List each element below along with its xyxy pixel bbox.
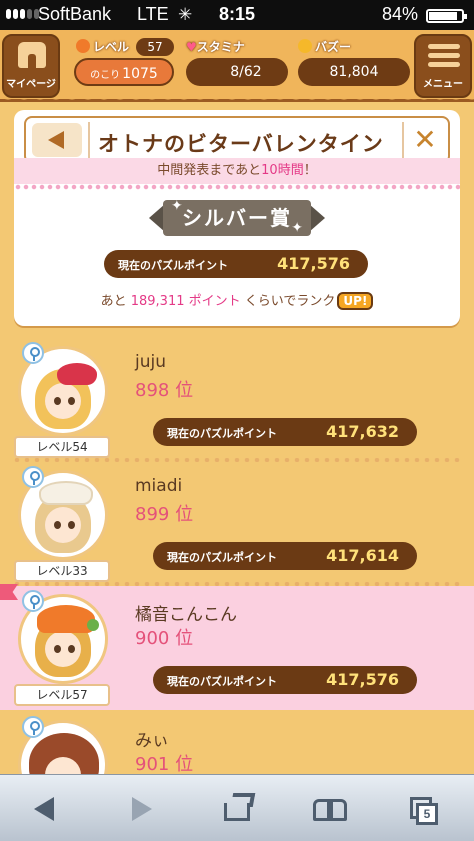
user-points: 417,576: [326, 670, 399, 689]
house-icon: [18, 42, 46, 68]
battery-percent: 84%: [381, 4, 418, 24]
my-points-bar: 現在のパズルポイント 417,576: [104, 250, 368, 278]
user-name: miadi: [135, 476, 183, 496]
user-points: 417,632: [326, 422, 399, 441]
buzz-value: 81,804: [298, 58, 410, 86]
menu-label: メニュー: [423, 79, 463, 90]
back-icon[interactable]: [26, 791, 66, 827]
share-icon[interactable]: [218, 791, 258, 827]
sparkle-icon: ✦: [171, 198, 183, 214]
game-header: マイページ レベル 57 のこり 1075 ♥スタミナ 8/62 バズー 81,8…: [0, 30, 474, 110]
mypage-label: マイページ: [6, 79, 56, 90]
level-label: レベル: [76, 38, 129, 55]
close-button[interactable]: ✕: [410, 124, 440, 156]
rank-award-title: シルバー賞: [163, 200, 311, 236]
remaining-exp: のこり 1075: [74, 58, 174, 86]
level-value: 57: [136, 38, 174, 56]
forward-icon[interactable]: [122, 791, 162, 827]
heart-icon: ♥: [186, 40, 197, 54]
mypage-button[interactable]: マイページ: [2, 34, 60, 98]
key-icon: [22, 590, 44, 612]
user-rank: 901 位: [135, 754, 194, 775]
rank-award-banner: シルバー賞 ✦ ✦: [149, 196, 325, 240]
stamina-value: 8/62: [186, 58, 288, 86]
points-value: 417,576: [277, 254, 350, 273]
ranking-row[interactable]: レベル33 miadi 899 位 現在のパズルポイント 417,614: [0, 462, 474, 586]
tab-count: 5: [416, 803, 438, 825]
user-rank: 898 位: [135, 380, 194, 401]
up-badge: UP!: [337, 292, 374, 310]
user-name: みぃ: [135, 731, 169, 751]
user-level: レベル57: [14, 684, 110, 706]
user-rank: 900 位: [135, 628, 194, 649]
user-points-bar: 現在のパズルポイント 417,576: [153, 666, 417, 694]
user-points-bar: 現在のパズルポイント 417,614: [153, 542, 417, 570]
bookmarks-icon[interactable]: [310, 791, 350, 827]
buzz-label: バズー: [298, 38, 351, 55]
rankup-message: あと 189,311 ポイント くらいでランク UP!: [14, 290, 460, 310]
key-icon: [22, 342, 44, 364]
menu-icon: [428, 44, 460, 71]
ranking-row-me[interactable]: レベル57 橘音こんこん 900 位 現在のパズルポイント 417,576: [0, 586, 474, 710]
user-points: 417,614: [326, 546, 399, 565]
interim-notice: 中間発表まであと10時間！: [14, 158, 460, 184]
tabs-icon[interactable]: 5: [404, 791, 444, 827]
points-label: 現在のパズルポイント: [118, 259, 228, 272]
user-name: juju: [135, 352, 166, 372]
sparkle-icon: ✦: [291, 220, 303, 236]
menu-button[interactable]: メニュー: [414, 34, 472, 98]
status-bar: SoftBank LTE ✳ 8:15 84%: [0, 0, 474, 30]
browser-toolbar: 5: [0, 774, 474, 841]
level-icon: [76, 39, 90, 53]
battery-icon: [426, 9, 467, 23]
stamina-label: ♥スタミナ: [186, 40, 245, 54]
event-title-bar: オトナのビターバレンタイン ✕: [24, 116, 450, 164]
user-level: レベル54: [14, 436, 110, 458]
ranking-row[interactable]: レベル54 juju 898 位 現在のパズルポイント 417,632: [0, 338, 474, 462]
key-icon: [22, 716, 44, 738]
buzz-coin-icon: [298, 39, 312, 53]
back-arrow-button[interactable]: [32, 123, 82, 157]
key-icon: [22, 466, 44, 488]
user-name: 橘音こんこん: [135, 605, 237, 625]
event-title: オトナのビターバレンタイン: [98, 132, 384, 156]
user-points-bar: 現在のパズルポイント 417,632: [153, 418, 417, 446]
user-rank: 899 位: [135, 504, 194, 525]
user-level: レベル33: [14, 560, 110, 582]
event-card: オトナのビターバレンタイン ✕ 中間発表まであと10時間！ シルバー賞 ✦ ✦ …: [14, 110, 460, 326]
